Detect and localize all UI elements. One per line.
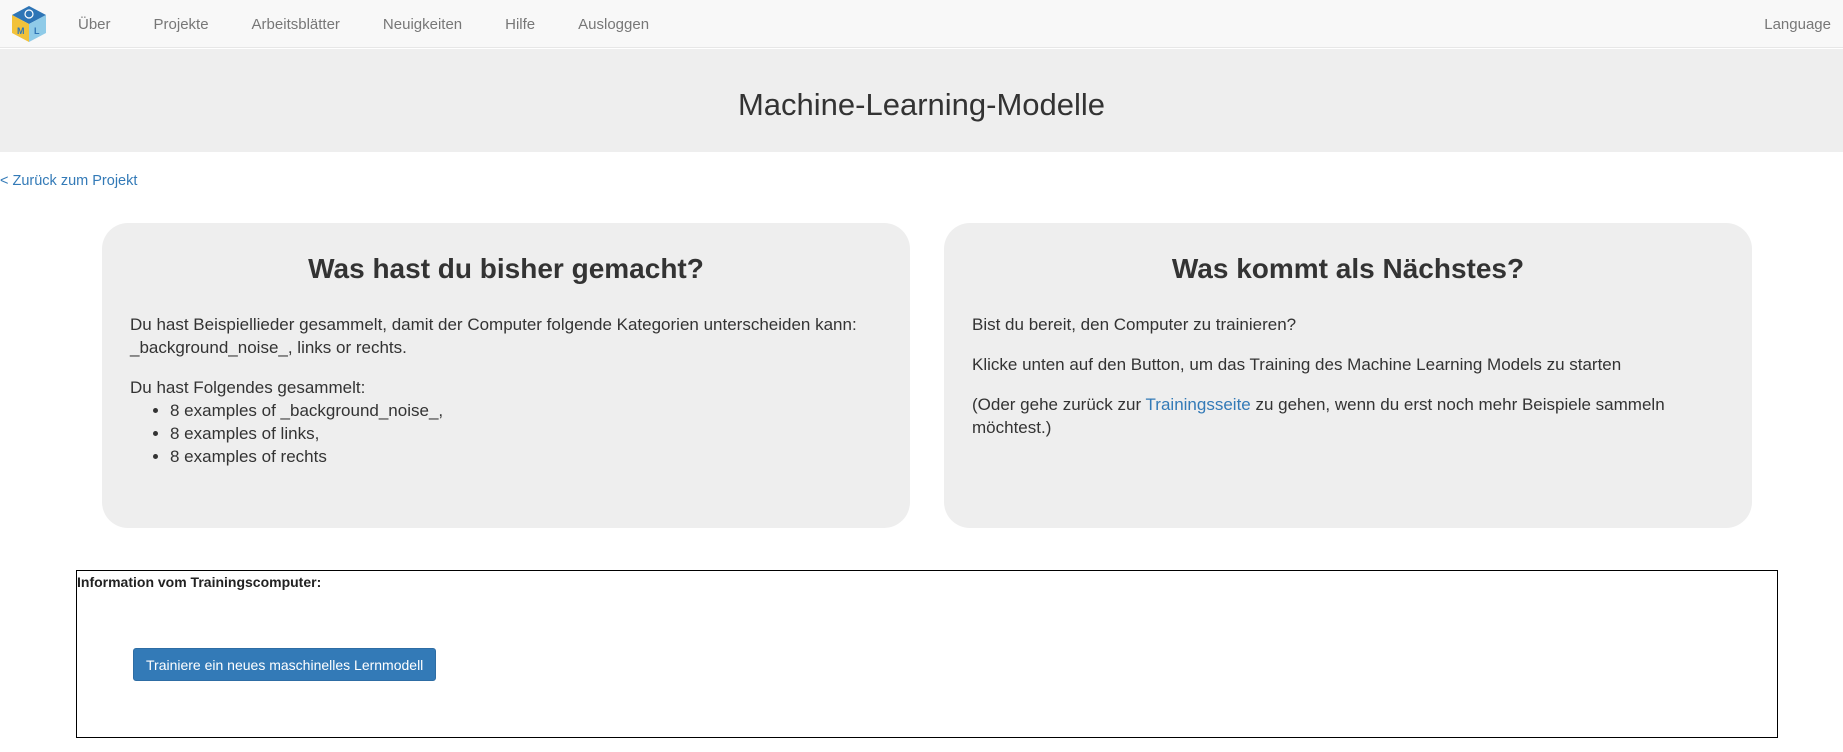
train-new-model-button[interactable]: Trainiere ein neues maschinelles Lernmod… xyxy=(133,648,437,681)
nav-item-ueber[interactable]: Über xyxy=(78,16,111,33)
top-navbar: M L Über Projekte Arbeitsblätter Neuigke… xyxy=(0,0,1843,48)
ready-question: Bist du bereit, den Computer zu trainier… xyxy=(972,315,1297,334)
ml4k-cube-logo-icon[interactable]: M L xyxy=(9,4,49,44)
nav-item-arbeitsblaetter[interactable]: Arbeitsblätter xyxy=(252,16,340,33)
back-to-project-link[interactable]: < Zurück zum Projekt xyxy=(0,173,137,189)
svg-text:M: M xyxy=(17,26,25,36)
next-steps-panel: Was kommt als Nächstes? Bist du bereit, … xyxy=(944,223,1752,528)
training-page-link[interactable]: Trainingsseite xyxy=(1146,395,1251,414)
go-back-note-prefix: (Oder gehe zurück zur xyxy=(972,395,1146,414)
svg-text:L: L xyxy=(34,26,40,36)
next-steps-heading: Was kommt als Nächstes? xyxy=(1171,253,1525,284)
training-computer-info-box: Information vom Trainingscomputer: Train… xyxy=(76,570,1778,738)
list-item: 8 examples of links, xyxy=(170,422,882,445)
list-item: 8 examples of rechts xyxy=(170,445,882,468)
nav-item-projekte[interactable]: Projekte xyxy=(154,16,209,33)
progress-summary-heading: Was hast du bisher gemacht? xyxy=(308,253,704,284)
language-menu[interactable]: Language xyxy=(1764,0,1831,48)
go-back-note: (Oder gehe zurück zur Trainingsseite zu … xyxy=(972,393,1724,439)
progress-summary-panel: Was hast du bisher gemacht? Du hast Beis… xyxy=(102,223,910,528)
training-computer-info-label: Information vom Trainingscomputer: xyxy=(77,574,322,590)
page-header: Machine-Learning-Modelle xyxy=(0,49,1843,152)
progress-summary-intro: Du hast Beispiellieder gesammelt, damit … xyxy=(130,315,857,357)
list-item: 8 examples of _background_noise_, xyxy=(170,399,882,422)
collected-examples-list: 8 examples of _background_noise_, 8 exam… xyxy=(130,399,882,468)
collected-label: Du hast Folgendes gesammelt: xyxy=(130,378,366,397)
page-title: Machine-Learning-Modelle xyxy=(737,86,1106,122)
nav-item-hilfe[interactable]: Hilfe xyxy=(505,16,535,33)
nav-item-neuigkeiten[interactable]: Neuigkeiten xyxy=(383,16,462,33)
nav-item-ausloggen[interactable]: Ausloggen xyxy=(578,16,649,33)
nav-menu: Über Projekte Arbeitsblätter Neuigkeiten… xyxy=(65,0,679,48)
train-instruction: Klicke unten auf den Button, um das Trai… xyxy=(972,355,1622,374)
